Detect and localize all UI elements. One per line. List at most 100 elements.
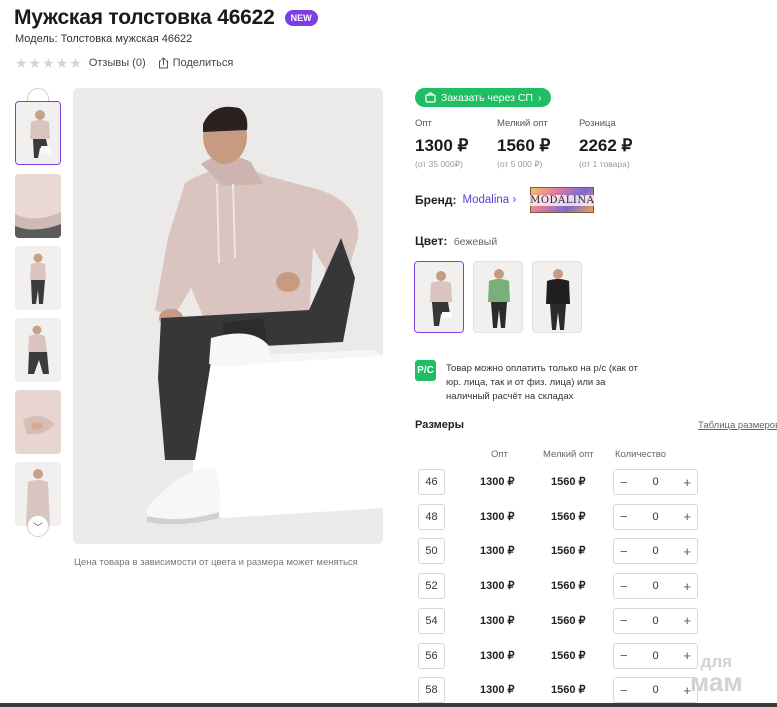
brand-logo[interactable]: MODALINA: [528, 187, 597, 213]
size-row: 56 1300 ₽1560 ₽ −0 +: [418, 642, 718, 669]
size-label: 46: [418, 469, 445, 495]
thumbnail-3[interactable]: [15, 246, 61, 310]
payment-info: Товар можно оплатить только на р/с (как …: [446, 363, 638, 402]
chevron-right-icon: ›: [537, 91, 542, 104]
minus-icon[interactable]: −: [620, 475, 628, 490]
price-condition: (от 1 товара): [579, 159, 630, 169]
minus-icon[interactable]: −: [620, 613, 628, 628]
color-label: Цвет:: [415, 234, 448, 248]
minus-icon[interactable]: −: [620, 579, 628, 594]
quantity-value[interactable]: 0: [652, 684, 658, 696]
main-product-image[interactable]: [73, 88, 383, 544]
size-price-opt: 1300 ₽: [480, 614, 515, 627]
size-table-link[interactable]: Таблица размеров: [698, 420, 777, 431]
plus-icon[interactable]: +: [683, 509, 691, 524]
bank-transfer-icon: Р/С: [415, 360, 436, 381]
quantity-stepper[interactable]: − 0 +: [613, 538, 698, 565]
price-opt: Опт 1300 ₽ (от 35 000₽): [415, 118, 497, 170]
minus-icon[interactable]: −: [620, 509, 628, 524]
size-label: 54: [418, 607, 445, 634]
price-block: Опт 1300 ₽ (от 35 000₽) Мелкий опт 1560 …: [415, 118, 661, 170]
size-label: 58: [418, 677, 445, 704]
reviews-link[interactable]: Отзывы (0): [89, 57, 146, 69]
minus-icon[interactable]: −: [620, 648, 628, 663]
price-value: 2262 ₽: [579, 136, 633, 155]
size-row: 46 1300 ₽ 1560 ₽ − 0 +: [418, 469, 718, 495]
col-head-opt: Опт: [491, 449, 508, 460]
share-label: Поделиться: [172, 57, 234, 69]
size-row: 54 1300 ₽ 1560 ₽ − 0 +: [418, 607, 718, 634]
quantity-stepper[interactable]: −0 +: [613, 677, 698, 704]
star-icon: ★: [28, 55, 42, 71]
quantity-stepper[interactable]: − 0 +: [613, 469, 698, 495]
minus-icon[interactable]: −: [620, 544, 628, 559]
price-small-opt: Мелкий опт 1560 ₽ (от 5 000 ₽): [497, 118, 579, 170]
size-price-opt: 1300 ₽: [480, 684, 515, 697]
size-price-small-opt: 1560 ₽: [551, 476, 586, 488]
star-icon: ★: [15, 55, 28, 71]
size-row: 52 1300 ₽ 1560 ₽ − 0 +: [418, 573, 718, 600]
quantity-value[interactable]: 0: [652, 476, 658, 488]
thumbs-down-button[interactable]: ﹀: [27, 515, 49, 537]
brand-row: Бренд: Modalina › MODALINA: [415, 187, 597, 213]
plus-icon[interactable]: +: [683, 544, 691, 559]
size-price-opt: 1300 ₽: [480, 580, 515, 593]
quantity-stepper[interactable]: − 0 +: [613, 503, 698, 530]
quantity-stepper[interactable]: − 0 +: [613, 573, 698, 600]
quantity-value[interactable]: 0: [652, 615, 658, 627]
quantity-stepper[interactable]: − 0 +: [613, 607, 698, 634]
new-badge: NEW: [284, 10, 318, 26]
quantity-value[interactable]: 0: [652, 511, 658, 523]
plus-icon[interactable]: +: [683, 475, 691, 490]
share-icon: [158, 57, 168, 69]
model-name: Модель: Толстовка мужская 46622: [15, 33, 193, 45]
quantity-value[interactable]: 0: [652, 650, 658, 662]
plus-icon[interactable]: +: [683, 613, 691, 628]
col-head-small-opt: Мелкий опт: [543, 449, 594, 460]
size-label: 50: [418, 538, 445, 565]
size-price-small-opt: 1560 ₽: [551, 545, 586, 558]
price-condition: (от 35 000₽): [415, 159, 463, 169]
size-price-small-opt: 1560 ₽: [551, 684, 586, 697]
thumbnail-image: [15, 174, 61, 238]
size-row: 50 1300 ₽ 1560 ₽ − 0 +: [418, 538, 718, 565]
star-icon: ★: [69, 55, 82, 71]
product-photo: [73, 88, 383, 544]
size-price-opt: 1300 ₽: [480, 510, 515, 523]
thumbnail-gallery: ︿: [15, 88, 63, 540]
plus-icon[interactable]: +: [683, 579, 691, 594]
share-button[interactable]: Поделиться: [158, 57, 234, 69]
price-label: Розница: [579, 118, 616, 129]
color-swatch-green[interactable]: [473, 261, 523, 333]
thumbnail-image: [15, 390, 61, 454]
color-swatch-beige[interactable]: [414, 261, 464, 333]
minus-icon[interactable]: −: [620, 683, 628, 698]
quantity-value[interactable]: 0: [652, 580, 658, 592]
watermark-line2: мам: [690, 667, 743, 697]
quantity-stepper[interactable]: −0 +: [613, 642, 698, 669]
thumbnail-5[interactable]: [15, 390, 61, 454]
color-row: Цвет: бежевый: [415, 234, 497, 248]
order-sp-label: Заказать через СП: [441, 91, 533, 104]
thumbnail-1[interactable]: [15, 101, 61, 165]
swatch-image: [474, 262, 522, 332]
thumbnail-image: [15, 318, 61, 382]
size-label: 52: [418, 573, 445, 600]
color-swatch-black[interactable]: [532, 261, 582, 333]
size-price-opt: 1300 ₽: [480, 476, 515, 488]
size-row: 48 1300 ₽ 1560 ₽ − 0 +: [418, 503, 718, 530]
watermark: для мам: [690, 652, 743, 697]
size-price-small-opt: 1560 ₽: [551, 614, 586, 627]
thumbnail-4[interactable]: [15, 318, 61, 382]
quantity-value[interactable]: 0: [652, 545, 658, 557]
size-price-small-opt: 1560 ₽: [551, 580, 586, 593]
thumbnail-2[interactable]: [15, 174, 61, 238]
swatch-image: [415, 262, 463, 332]
chevron-right-icon: ›: [512, 194, 517, 206]
swatch-image: [533, 262, 581, 332]
meta-row: ★ ★ ★ ★ ★ Отзывы (0) Поделиться: [15, 56, 233, 70]
order-sp-button[interactable]: Заказать через СП ›: [415, 88, 552, 107]
brand-link[interactable]: Modalina ›: [463, 194, 517, 206]
size-price-opt: 1300 ₽: [480, 545, 515, 558]
col-head-qty: Количество: [615, 449, 667, 460]
